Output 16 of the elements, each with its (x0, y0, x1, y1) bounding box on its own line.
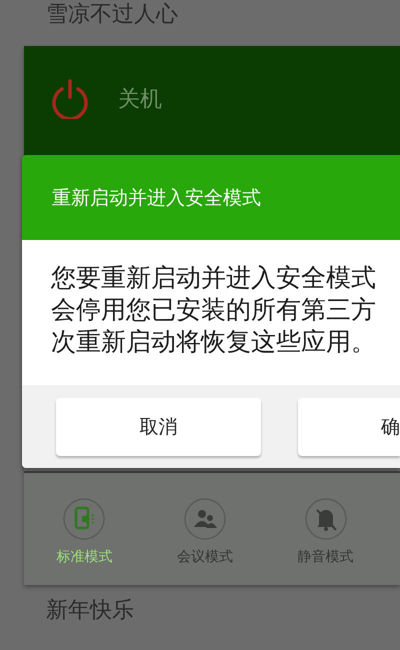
mode-option[interactable]: 静音模式 (298, 548, 354, 566)
dialog-message-line: 次重新启动将恢复这些应用。 (51, 326, 377, 358)
cancel-button[interactable]: 取消 (56, 398, 261, 456)
bell-slash-icon (304, 498, 347, 540)
people-icon (184, 498, 226, 540)
post-title: 雪凉不过人心 (46, 1, 179, 29)
power-off-option[interactable]: 关机 (118, 84, 162, 114)
dialog-title: 重新启动并进入安全模式 (52, 186, 261, 210)
mode-option[interactable]: 标准模式 (56, 548, 112, 566)
mode-option[interactable]: 会议模式 (176, 548, 233, 566)
power-icon (50, 79, 90, 119)
dialog-message-line: 您要重新启动并进入安全模式 (51, 262, 377, 294)
confirm-button[interactable]: 确 (298, 398, 400, 456)
phone-speaker-icon (63, 498, 106, 540)
dialog-message-line: 会停用您已安装的所有第三方 (51, 294, 377, 326)
post-title: 新年快乐 (46, 597, 135, 625)
